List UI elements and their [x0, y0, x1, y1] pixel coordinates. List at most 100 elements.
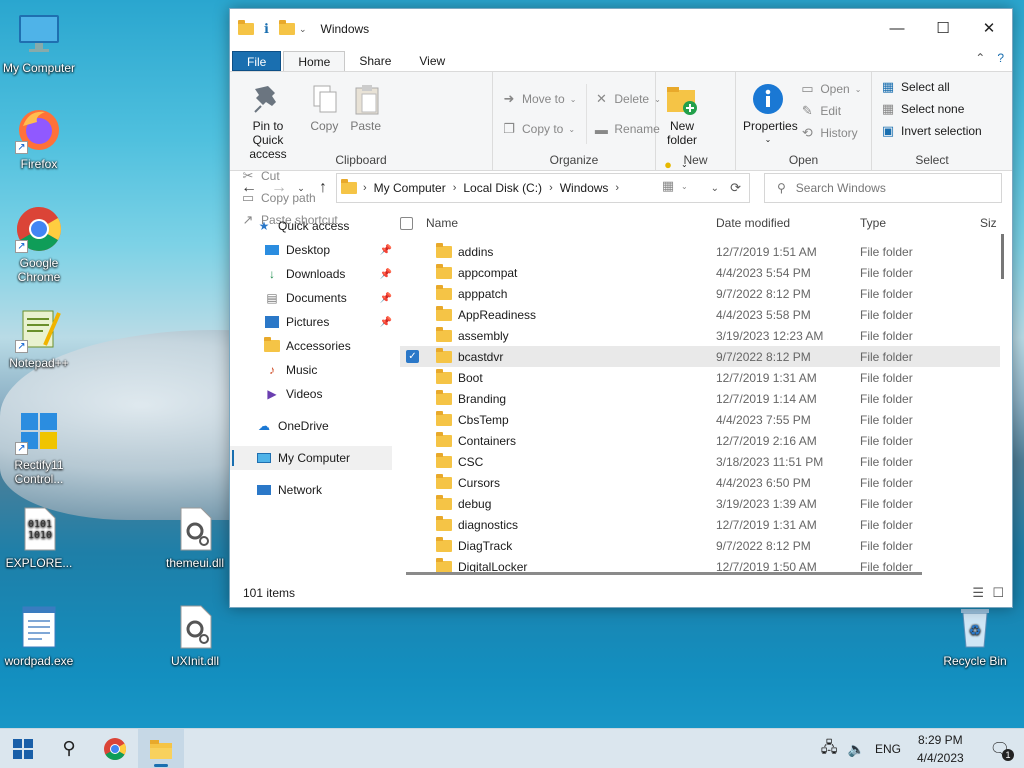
- recent-chevron-icon[interactable]: ⌄: [294, 183, 308, 194]
- column-size[interactable]: Siz: [980, 216, 997, 230]
- nav-videos[interactable]: ▶ Videos: [230, 382, 392, 406]
- refresh-icon[interactable]: ⟳: [730, 180, 741, 196]
- column-type[interactable]: Type: [860, 216, 886, 230]
- table-row[interactable]: CSC 3/18/2023 11:51 PM File folder: [400, 451, 1000, 472]
- up-arrow-icon[interactable]: ↑: [308, 179, 338, 197]
- nav-desktop[interactable]: Desktop 📌: [230, 238, 392, 262]
- chevron-down-icon[interactable]: ⌄: [299, 24, 307, 35]
- table-row[interactable]: Boot 12/7/2019 1:31 AM File folder: [400, 367, 1000, 388]
- desktop-icon-explorer-exe[interactable]: 0101 1010 EXPLORE...: [0, 505, 78, 570]
- desktop-icon-themeui-dll[interactable]: themeui.dll: [156, 505, 234, 570]
- history-button[interactable]: ⟲ History: [799, 122, 861, 144]
- clock-time: 8:29 PM: [917, 733, 963, 747]
- table-row[interactable]: AppReadiness 4/4/2023 5:58 PM File folder: [400, 304, 1000, 325]
- taskbar-chrome[interactable]: [92, 729, 138, 768]
- nav-pictures[interactable]: Pictures 📌: [230, 310, 392, 334]
- start-button[interactable]: [0, 729, 46, 768]
- tab-file[interactable]: File: [232, 51, 282, 71]
- copy-button[interactable]: Copy: [305, 76, 343, 135]
- search-button[interactable]: ⚲: [46, 729, 92, 768]
- address-bar[interactable]: › My Computer › Local Disk (C:) › Window…: [336, 173, 750, 203]
- open-button[interactable]: ▭ Open ⌄: [799, 78, 861, 100]
- table-row[interactable]: assembly 3/19/2023 12:23 AM File folder: [400, 325, 1000, 346]
- desktop-icon-wordpad[interactable]: wordpad.exe: [0, 603, 78, 668]
- language-indicator[interactable]: ENG: [875, 742, 901, 756]
- desktop-icon-notepadpp[interactable]: ↗ Notepad++: [0, 305, 78, 370]
- minimize-button[interactable]: —: [874, 9, 920, 47]
- column-date-modified[interactable]: Date modified: [716, 216, 790, 230]
- table-row[interactable]: addins 12/7/2019 1:51 AM File folder: [400, 241, 1000, 262]
- table-row[interactable]: debug 3/19/2023 1:39 AM File folder: [400, 493, 1000, 514]
- details-view-icon[interactable]: ☰: [972, 585, 984, 601]
- close-button[interactable]: ✕: [966, 9, 1012, 47]
- breadcrumb-local-disk[interactable]: Local Disk (C:): [463, 181, 542, 195]
- type-cell: File folder: [860, 370, 913, 385]
- select-all-checkbox[interactable]: [400, 216, 413, 230]
- new-folder-button[interactable]: New folder: [660, 76, 704, 149]
- back-arrow-icon[interactable]: ←: [234, 179, 264, 197]
- wordpad-icon: [15, 603, 63, 651]
- title-bar[interactable]: ℹ ⌄ Windows — ☐ ✕: [230, 9, 1012, 49]
- nav-network[interactable]: Network: [230, 478, 392, 502]
- volume-icon[interactable]: 🔈: [848, 741, 865, 758]
- nav-music[interactable]: ♪ Music: [230, 358, 392, 382]
- nav-onedrive[interactable]: ☁ OneDrive: [230, 414, 392, 438]
- table-row[interactable]: DiagTrack 9/7/2022 8:12 PM File folder: [400, 535, 1000, 556]
- desktop-icon-chrome[interactable]: ↗ Google Chrome: [0, 205, 78, 284]
- pin-quick-access-button[interactable]: Pin to Quick access: [234, 76, 302, 163]
- new-folder-quick-icon[interactable]: [278, 20, 295, 37]
- table-row[interactable]: diagnostics 12/7/2019 1:31 AM File folder: [400, 514, 1000, 535]
- select-all-button[interactable]: ▦ Select all: [880, 76, 988, 98]
- tab-home[interactable]: Home: [283, 51, 346, 71]
- help-icon[interactable]: ?: [997, 51, 1004, 65]
- tab-share[interactable]: Share: [345, 51, 405, 71]
- copy-to-button[interactable]: ❐ Copy to ⌄: [501, 114, 576, 144]
- forward-arrow-icon[interactable]: →: [264, 179, 294, 197]
- taskbar-file-explorer[interactable]: [138, 728, 184, 768]
- table-row[interactable]: appcompat 4/4/2023 5:54 PM File folder: [400, 262, 1000, 283]
- desktop-icon-uxinit-dll[interactable]: UXInit.dll: [156, 603, 234, 668]
- network-status-icon[interactable]: 🖧: [821, 737, 838, 762]
- maximize-button[interactable]: ☐: [920, 9, 966, 47]
- file-name-cell: appcompat: [436, 263, 517, 280]
- large-icons-view-icon[interactable]: ☐: [992, 585, 1004, 601]
- edit-button[interactable]: ✎ Edit: [799, 100, 861, 122]
- select-none-button[interactable]: ▦ Select none: [880, 98, 988, 120]
- invert-selection-button[interactable]: ▣ Invert selection: [880, 120, 988, 142]
- nav-downloads[interactable]: ↓ Downloads 📌: [230, 262, 392, 286]
- nav-quick-access[interactable]: ★ Quick access: [230, 214, 392, 238]
- folder-icon: [436, 326, 452, 342]
- desktop-icon-rectify11[interactable]: ↗ Rectify11 Control...: [0, 407, 78, 486]
- address-dropdown-icon[interactable]: ⌄: [711, 183, 719, 194]
- horizontal-scrollbar[interactable]: [406, 572, 922, 575]
- properties-quick-icon[interactable]: ℹ: [264, 21, 269, 37]
- column-name[interactable]: Name: [426, 216, 458, 230]
- paste-button[interactable]: Paste: [347, 76, 385, 135]
- table-row[interactable]: Containers 12/7/2019 2:16 AM File folder: [400, 430, 1000, 451]
- notification-icon[interactable]: 🗨 1: [990, 739, 1014, 761]
- desktop-icon-my-computer[interactable]: My Computer: [0, 10, 78, 75]
- row-checkbox[interactable]: ✓: [406, 350, 419, 363]
- ribbon: Pin to Quick access Copy Paste ✂ Cut ▭ Cop…: [230, 71, 1012, 227]
- breadcrumb-windows[interactable]: Windows: [560, 181, 609, 195]
- delete-button[interactable]: ✕ Delete ⌄: [593, 84, 661, 114]
- tab-view[interactable]: View: [405, 51, 459, 71]
- search-input[interactable]: ⚲ Search Windows: [764, 173, 1002, 203]
- properties-button[interactable]: Properties ⌄: [740, 76, 798, 149]
- nav-accessories[interactable]: Accessories: [230, 334, 392, 358]
- desktop-icon-recycle-bin[interactable]: ♻ Recycle Bin: [936, 603, 1014, 668]
- table-row[interactable]: Cursors 4/4/2023 6:50 PM File folder: [400, 472, 1000, 493]
- collapse-ribbon-icon[interactable]: ⌃: [975, 51, 985, 65]
- table-row[interactable]: Branding 12/7/2019 1:14 AM File folder: [400, 388, 1000, 409]
- rename-button[interactable]: ▬ Rename: [593, 114, 660, 144]
- table-row[interactable]: CbsTemp 4/4/2023 7:55 PM File folder: [400, 409, 1000, 430]
- nav-documents[interactable]: ▤ Documents 📌: [230, 286, 392, 310]
- table-row[interactable]: apppatch 9/7/2022 8:12 PM File folder: [400, 283, 1000, 304]
- table-row[interactable]: ✓ bcastdvr 9/7/2022 8:12 PM File folder: [400, 346, 1000, 367]
- desktop-icon-firefox[interactable]: ↗ Firefox: [0, 106, 78, 171]
- nav-my-computer[interactable]: My Computer: [230, 446, 392, 470]
- breadcrumb-my-computer[interactable]: My Computer: [374, 181, 446, 195]
- move-to-button[interactable]: ➜ Move to ⌄: [501, 84, 577, 114]
- clock[interactable]: 8:29 PM 4/4/2023: [917, 731, 964, 767]
- vertical-scrollbar[interactable]: [1001, 234, 1004, 279]
